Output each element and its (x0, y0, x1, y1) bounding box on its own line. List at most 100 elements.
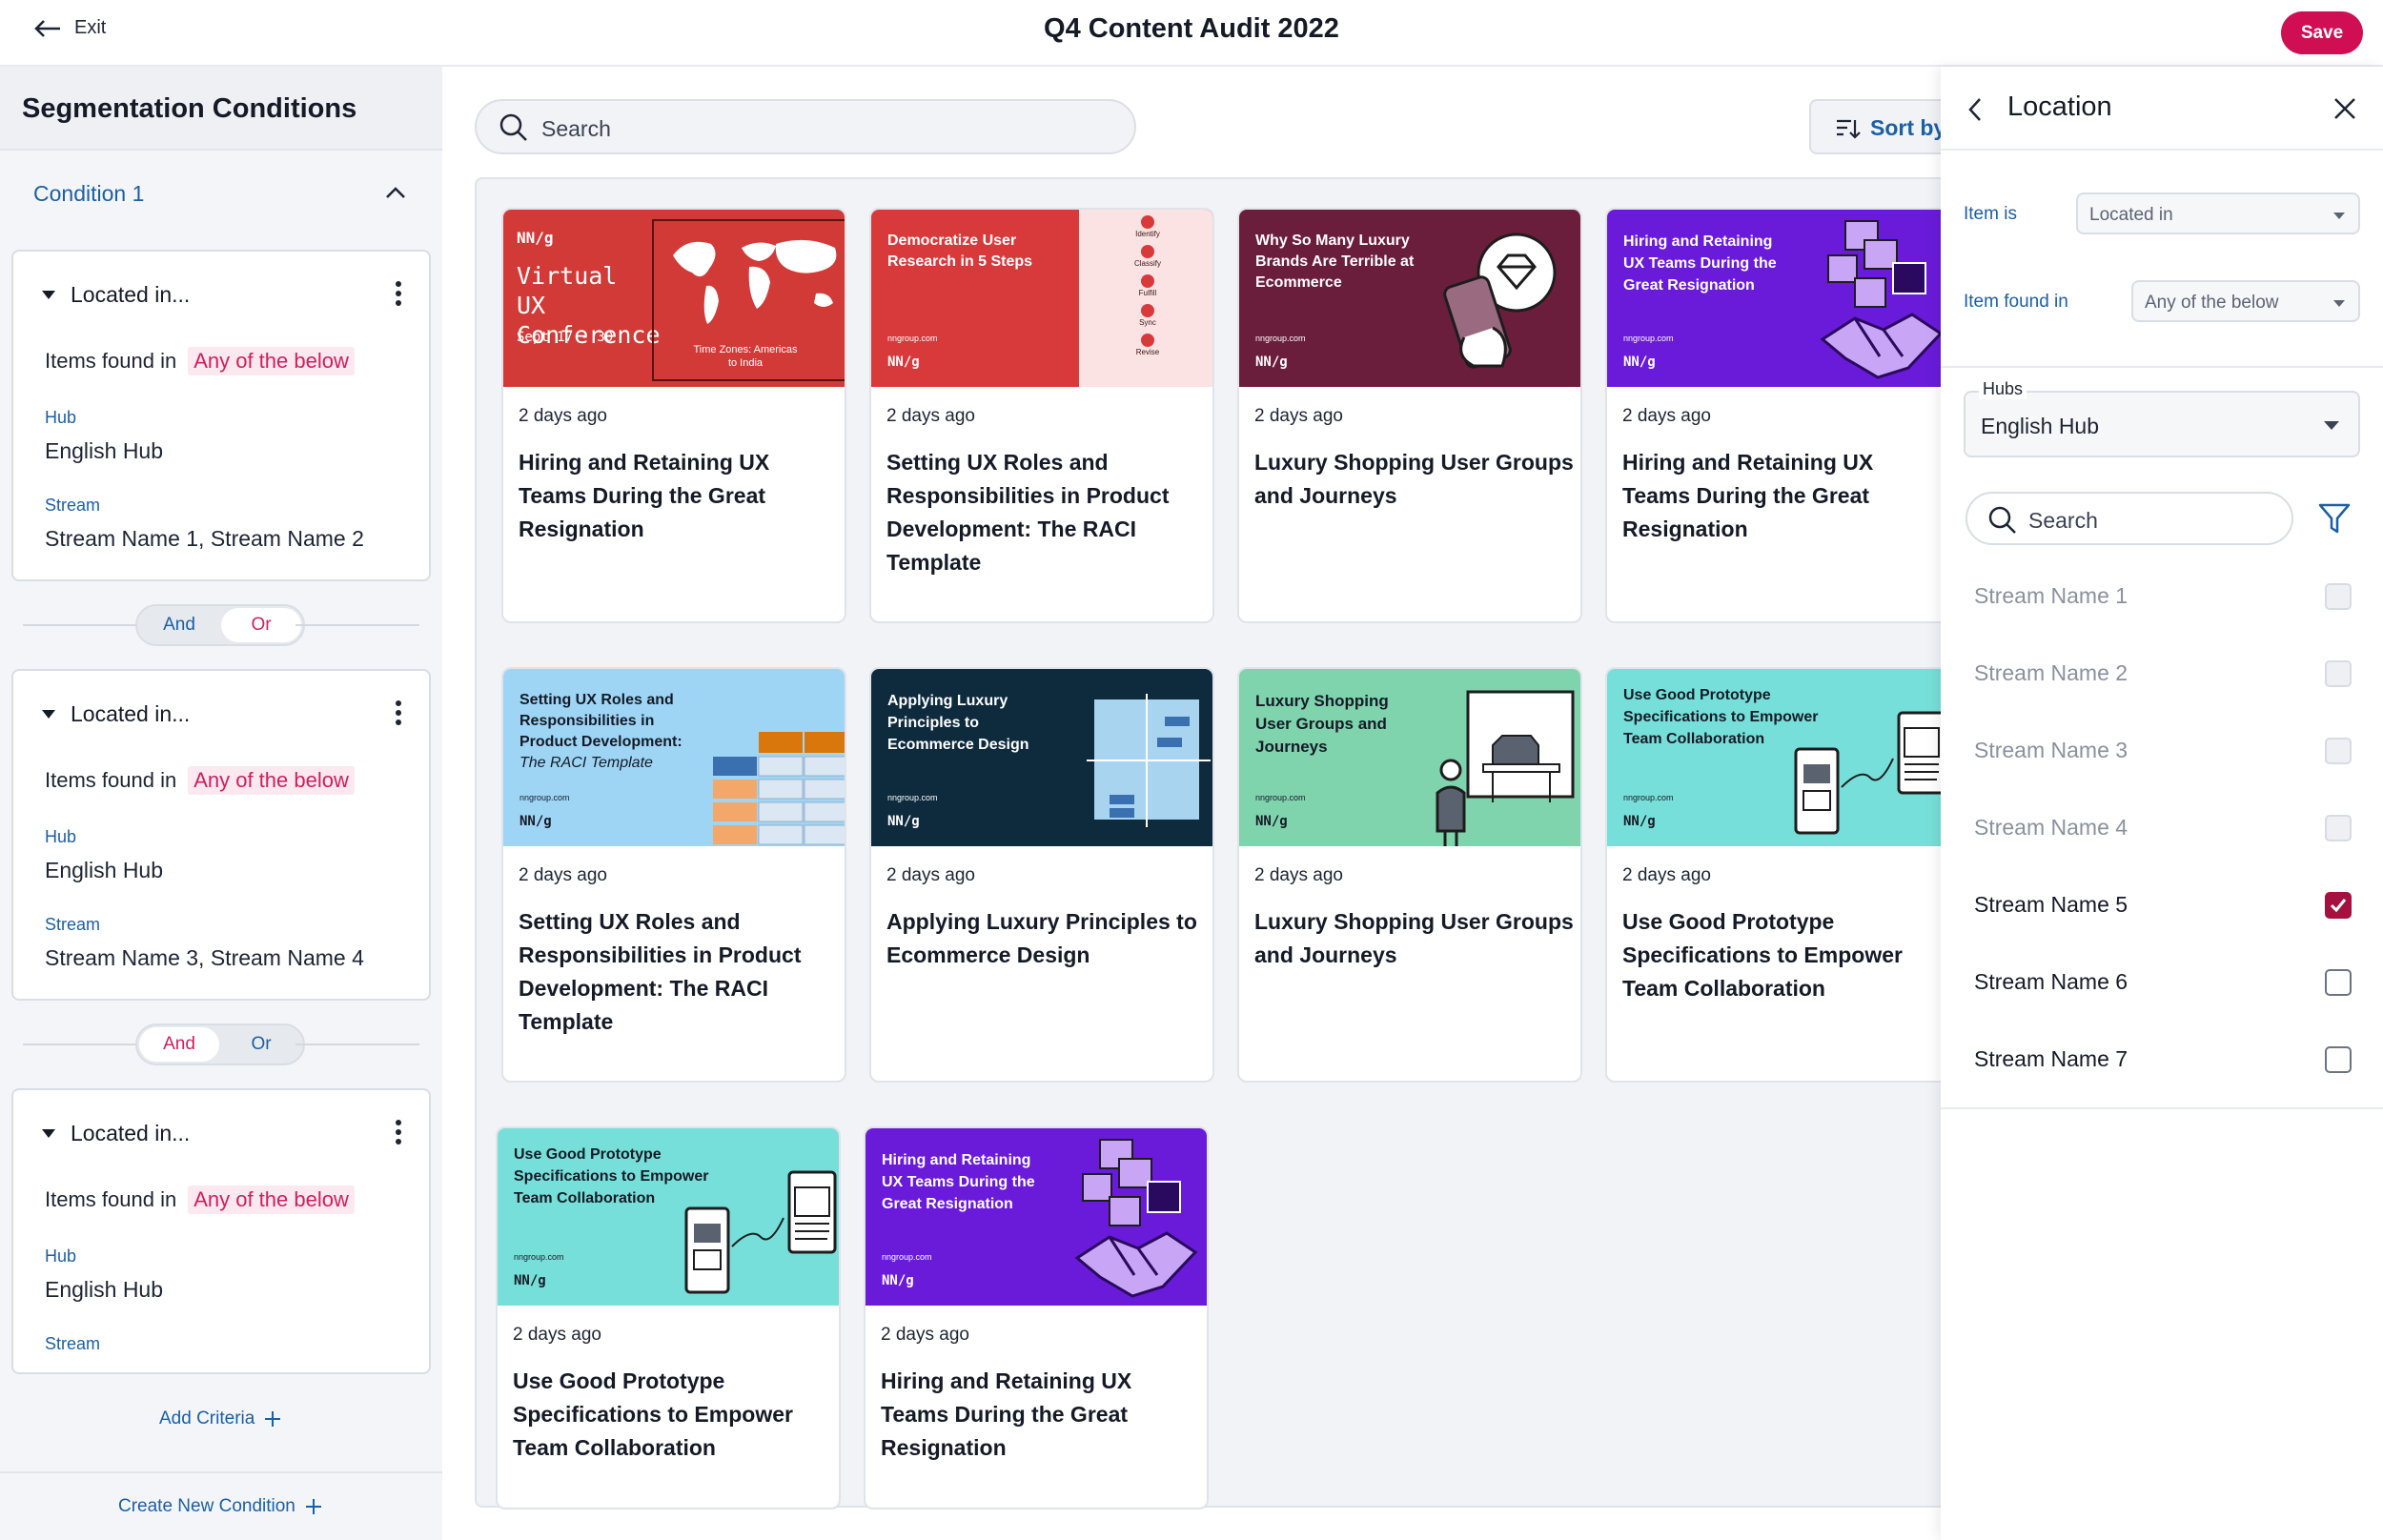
content-card[interactable]: Hiring and Retaining UX Teams During the… (864, 1126, 1209, 1510)
content-card[interactable]: Democratize User Research in 5 Steps nng… (869, 208, 1214, 623)
thumb-site: nngroup.com (514, 1252, 564, 1262)
search-input[interactable]: Search (475, 99, 1136, 154)
card-title[interactable]: Hiring and Retaining UX Teams During the… (519, 446, 839, 546)
card-date: 2 days ago (519, 865, 607, 885)
card-title[interactable]: Hiring and Retaining UX Teams During the… (881, 1365, 1201, 1465)
condition-card-header[interactable]: Located in... (42, 701, 190, 727)
step-dot (1141, 274, 1154, 288)
search-icon (499, 113, 527, 141)
thumb-title: Hiring and Retaining UX Teams During the… (1623, 233, 1777, 294)
card-thumbnail: Democratize User Research in 5 Steps nng… (871, 210, 1212, 387)
stream-option[interactable]: Stream Name 2 (1941, 636, 2383, 712)
sort-button[interactable]: Sort by (1809, 99, 1962, 154)
card-title[interactable]: Hiring and Retaining UX Teams During the… (1622, 446, 1943, 546)
and-option[interactable]: And (139, 608, 219, 642)
more-vertical-icon[interactable] (395, 280, 402, 307)
brand-logo: NN/g (887, 355, 920, 370)
thumb-title-italic: The RACI Template (519, 755, 653, 771)
item-is-value: Located in (2089, 205, 2173, 225)
card-date: 2 days ago (1622, 406, 1711, 426)
thumb-title: Applying Luxury Principles to Ecommerce … (887, 693, 1029, 753)
card-title[interactable]: Setting UX Roles and Responsibilities in… (519, 905, 839, 1039)
thumb-note: Time Zones: Americas to India (693, 344, 798, 369)
stream-option[interactable]: Stream Name 1 (1941, 558, 2383, 635)
thumb-site: nngroup.com (1255, 334, 1306, 343)
condition-card-heading: Located in... (71, 701, 191, 726)
card-title[interactable]: Applying Luxury Principles to Ecommerce … (886, 905, 1207, 972)
save-button[interactable]: Save (2281, 11, 2363, 54)
sort-label: Sort by (1870, 115, 1946, 140)
card-title[interactable]: Use Good Prototype Specifications to Emp… (1622, 905, 1943, 1005)
items-found-label: Items found in (45, 768, 177, 792)
condition-label[interactable]: Condition 1 (33, 181, 144, 207)
caret-down-icon (2324, 421, 2339, 430)
prototype-devices-icon (1794, 711, 1946, 835)
content-card[interactable]: Luxury Shopping User Groups and Journeys… (1237, 667, 1582, 1083)
more-vertical-icon[interactable] (395, 1119, 402, 1145)
card-title[interactable]: Use Good Prototype Specifications to Emp… (513, 1365, 833, 1465)
and-or-switch[interactable]: And Or (135, 604, 305, 646)
thumb-title: Why So Many Luxury Brands Are Terrible a… (1255, 233, 1415, 291)
stream-search-input[interactable]: Search (1965, 492, 2293, 545)
condition-card-header[interactable]: Located in... (42, 1121, 190, 1146)
stream-checkbox[interactable] (2325, 1046, 2352, 1073)
item-found-select[interactable]: Any of the below (2131, 280, 2360, 322)
card-title[interactable]: Setting UX Roles and Responsibilities in… (886, 446, 1207, 579)
stream-checkbox[interactable] (2325, 892, 2352, 919)
items-found-value[interactable]: Any of the below (188, 766, 355, 795)
content-card[interactable]: Applying Luxury Principles to Ecommerce … (869, 667, 1214, 1083)
chevron-left-icon[interactable] (1967, 97, 1983, 122)
or-option[interactable]: Or (221, 608, 301, 642)
brand-logo: NN/g (887, 814, 920, 829)
content-card[interactable]: Setting UX Roles and Responsibilities in… (501, 667, 846, 1083)
filter-icon[interactable] (2318, 503, 2351, 534)
items-found-value[interactable]: Any of the below (188, 347, 355, 375)
and-option[interactable]: And (139, 1027, 219, 1062)
items-found-value[interactable]: Any of the below (188, 1185, 355, 1214)
card-title[interactable]: Luxury Shopping User Groups and Journeys (1254, 905, 1575, 972)
card-title[interactable]: Luxury Shopping User Groups and Journeys (1254, 446, 1575, 513)
hub-label: Hub (45, 827, 77, 846)
card-date: 2 days ago (881, 1325, 969, 1345)
hubs-select[interactable]: English Hub (1964, 391, 2360, 457)
add-criteria-button[interactable]: Add Criteria (159, 1408, 281, 1429)
location-title: Location (2007, 91, 2112, 122)
hub-value: English Hub (45, 1277, 164, 1302)
thumb-title: Setting UX Roles and Responsibilities in… (519, 690, 710, 774)
brand-logo: NN/g (882, 1273, 914, 1288)
top-bar: Exit Q4 Content Audit 2022 Save (0, 0, 2383, 67)
content-card[interactable]: Why So Many Luxury Brands Are Terrible a… (1237, 208, 1582, 623)
content-card[interactable]: NN/g Virtual UX Conference Sept 17 - 30 … (501, 208, 846, 623)
stream-checkbox[interactable] (2325, 815, 2352, 841)
stream-option[interactable]: Stream Name 7 (1941, 1022, 2383, 1098)
item-is-select[interactable]: Located in (2076, 192, 2360, 234)
content-card[interactable]: Use Good Prototype Specifications to Emp… (1605, 667, 1950, 1083)
stream-option-label: Stream Name 6 (1974, 969, 2128, 994)
brand-logo: NN/g (1255, 355, 1288, 370)
stream-checkbox[interactable] (2325, 969, 2352, 996)
or-option[interactable]: Or (221, 1027, 301, 1062)
stream-option[interactable]: Stream Name 5 (1941, 867, 2383, 943)
step-dot (1141, 215, 1154, 229)
handshake-icon (1820, 220, 1944, 379)
thumb-title: Luxury Shopping User Groups and Journeys (1255, 692, 1389, 756)
more-vertical-icon[interactable] (395, 699, 402, 726)
stream-option[interactable]: Stream Name 4 (1941, 790, 2383, 866)
steps-panel: Identify Classify Fulfill Sync Revise (1079, 210, 1212, 387)
condition-card: Located in... Items found in Any of the … (11, 1088, 431, 1374)
content-card[interactable]: Hiring and Retaining UX Teams During the… (1605, 208, 1950, 623)
close-icon[interactable] (2333, 97, 2356, 120)
brand-logo: NN/g (519, 814, 552, 829)
chevron-up-icon[interactable] (384, 185, 407, 200)
and-or-switch[interactable]: And Or (135, 1023, 305, 1065)
stream-option[interactable]: Stream Name 6 (1941, 944, 2383, 1021)
condition-card-header[interactable]: Located in... (42, 282, 190, 308)
create-condition-button[interactable]: Create New Condition (118, 1496, 322, 1517)
step-dot (1141, 304, 1154, 317)
items-found-row: Items found in Any of the below (45, 766, 355, 795)
content-card[interactable]: Use Good Prototype Specifications to Emp… (496, 1126, 841, 1510)
stream-option[interactable]: Stream Name 3 (1941, 713, 2383, 789)
stream-checkbox[interactable] (2325, 660, 2352, 687)
stream-checkbox[interactable] (2325, 738, 2352, 764)
stream-checkbox[interactable] (2325, 583, 2352, 610)
